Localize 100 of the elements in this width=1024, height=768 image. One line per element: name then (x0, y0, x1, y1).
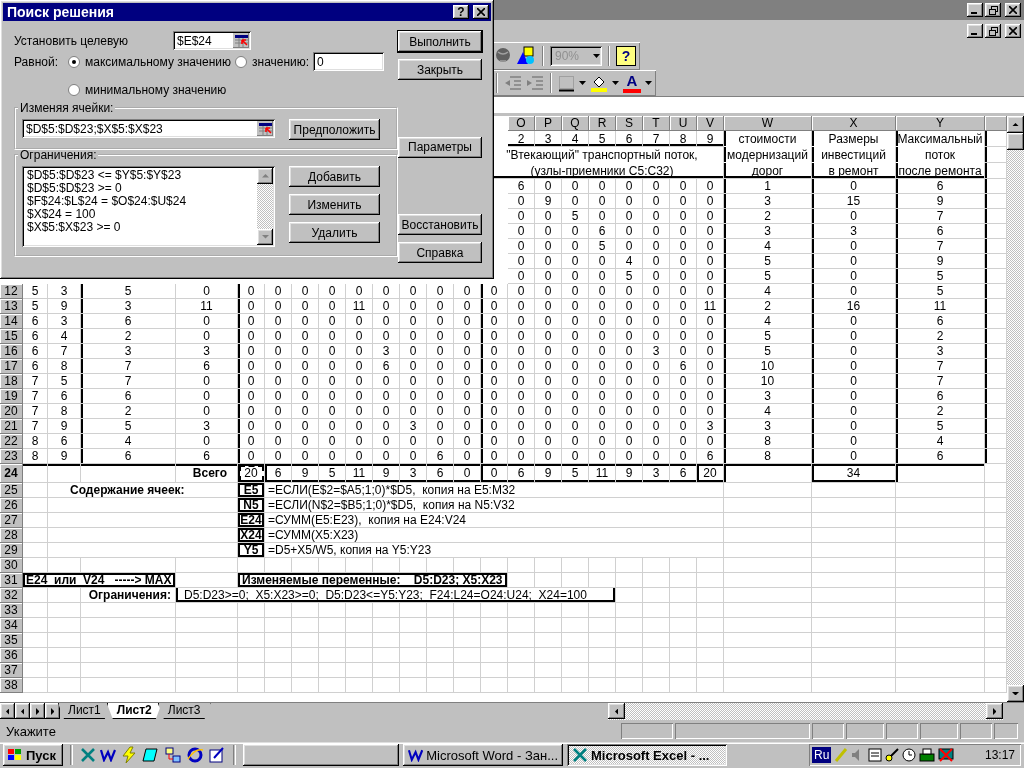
dialog-button[interactable]: Изменить (289, 194, 380, 215)
close-button[interactable] (473, 5, 489, 19)
help-button[interactable]: ? (453, 5, 469, 19)
dialog-button[interactable]: Параметры (398, 136, 482, 158)
row-header[interactable]: 26 (0, 498, 23, 513)
dialog-button[interactable]: Добавить (289, 166, 380, 187)
close-button[interactable] (1005, 3, 1021, 17)
list-item[interactable]: $X$24 = 100 (27, 208, 254, 221)
minimize-button[interactable] (967, 3, 983, 17)
first-sheet-button[interactable] (0, 703, 15, 719)
list-item[interactable]: $F$24:$L$24 = $O$24:$U$24 (27, 195, 254, 208)
row-header[interactable]: 17 (0, 359, 23, 374)
dialog-button[interactable]: Закрыть (398, 59, 482, 80)
row-header[interactable]: 31 (0, 573, 23, 588)
sheet-tab[interactable]: Лист2 (106, 703, 162, 719)
row-header[interactable]: 38 (0, 678, 23, 693)
previous-sheet-button[interactable] (15, 703, 30, 719)
task-button[interactable]: Microsoft Excel - ... (567, 744, 727, 766)
monitor-icon[interactable] (938, 747, 955, 763)
network-icon[interactable] (164, 746, 182, 764)
next-sheet-button[interactable] (30, 703, 45, 719)
printer-icon[interactable] (919, 747, 936, 763)
target-cell-field[interactable]: $E$24 (173, 31, 251, 50)
row-header[interactable]: 23 (0, 449, 23, 464)
globe-icon[interactable] (494, 47, 512, 65)
dialog-button[interactable]: Выполнить (398, 31, 482, 52)
task-button[interactable] (243, 744, 399, 766)
row-header[interactable]: 29 (0, 543, 23, 558)
close-button[interactable] (1005, 24, 1021, 38)
row-header[interactable]: 18 (0, 374, 23, 389)
restore-button[interactable] (985, 24, 1001, 38)
row-header[interactable]: 20 (0, 404, 23, 419)
sheet-tab[interactable]: Лист3 (157, 703, 211, 719)
column-header[interactable] (985, 116, 1007, 131)
browser-icon[interactable] (186, 746, 204, 764)
list-item[interactable]: $D$5:$D$23 >= 0 (27, 182, 254, 195)
radio-option[interactable]: значению: (235, 54, 313, 69)
list-item[interactable]: $D$5:$D$23 <= $Y$5:$Y$23 (27, 169, 254, 182)
row-header[interactable]: 36 (0, 648, 23, 663)
changing-cells-field[interactable]: $D$5:$D$23;$X$5:$X$23 (22, 119, 275, 138)
clock-icon[interactable] (902, 747, 917, 763)
radio-option[interactable]: максимальному значению (68, 54, 235, 69)
scroll-left-button[interactable] (608, 703, 625, 719)
drawing-icon[interactable] (516, 46, 536, 66)
row-header[interactable]: 16 (0, 344, 23, 359)
row-header[interactable]: 24 (0, 464, 23, 483)
scroll-thumb[interactable] (1007, 133, 1024, 150)
column-header[interactable]: O (508, 116, 535, 131)
row-header[interactable]: 28 (0, 528, 23, 543)
row-header[interactable]: 12 (0, 284, 23, 299)
language-indicator[interactable]: Ru (812, 747, 832, 763)
column-header[interactable]: S (616, 116, 643, 131)
list-item[interactable]: $X$5:$X$23 >= 0 (27, 221, 254, 234)
scroll-down-button[interactable] (1007, 685, 1024, 702)
row-header[interactable]: 30 (0, 558, 23, 573)
row-header[interactable]: 14 (0, 314, 23, 329)
borders-icon[interactable] (558, 74, 575, 92)
restore-button[interactable] (985, 3, 1001, 17)
column-header[interactable]: X (812, 116, 896, 131)
dialog-button[interactable]: Удалить (289, 222, 380, 243)
row-header[interactable]: 15 (0, 329, 23, 344)
scroll-up-button[interactable] (1007, 116, 1024, 133)
column-header[interactable]: Q (562, 116, 589, 131)
key-icon[interactable] (885, 747, 900, 763)
row-header[interactable]: 33 (0, 603, 23, 618)
column-header[interactable]: W (724, 116, 812, 131)
column-header[interactable]: T (643, 116, 670, 131)
radio-option[interactable]: минимальному значению (68, 82, 227, 97)
value-field[interactable]: 0 (313, 52, 384, 71)
pen-icon[interactable] (208, 746, 226, 764)
guess-button[interactable]: Предположить (289, 119, 380, 140)
row-header[interactable]: 19 (0, 389, 23, 404)
start-button[interactable]: Пуск (3, 744, 63, 766)
row-header[interactable]: 32 (0, 588, 23, 603)
document-icon[interactable] (868, 747, 883, 763)
row-header[interactable]: 35 (0, 633, 23, 648)
dialog-button[interactable]: Справка (398, 242, 482, 263)
row-header[interactable]: 34 (0, 618, 23, 633)
range-select-button[interactable] (233, 33, 249, 48)
notebook-icon[interactable] (142, 746, 160, 764)
column-header[interactable]: P (535, 116, 562, 131)
scroll-down-button[interactable] (257, 229, 273, 245)
dialog-button[interactable]: Восстановить (398, 214, 482, 235)
help-button[interactable]: ? (616, 46, 636, 66)
minimize-button[interactable] (967, 24, 983, 38)
column-header[interactable]: R (589, 116, 616, 131)
row-header[interactable]: 27 (0, 513, 23, 528)
last-sheet-button[interactable] (45, 703, 60, 719)
fill-color-icon[interactable] (590, 74, 608, 92)
row-header[interactable]: 22 (0, 434, 23, 449)
scroll-right-button[interactable] (986, 703, 1003, 719)
column-header[interactable]: U (670, 116, 697, 131)
range-select-button[interactable] (257, 121, 273, 136)
scroll-up-button[interactable] (257, 168, 273, 184)
row-header[interactable]: 21 (0, 419, 23, 434)
task-button[interactable]: Microsoft Word - Зан... (403, 744, 563, 766)
row-header[interactable]: 25 (0, 483, 23, 498)
row-header[interactable]: 13 (0, 299, 23, 314)
row-header[interactable]: 37 (0, 663, 23, 678)
column-header[interactable]: Y (896, 116, 985, 131)
